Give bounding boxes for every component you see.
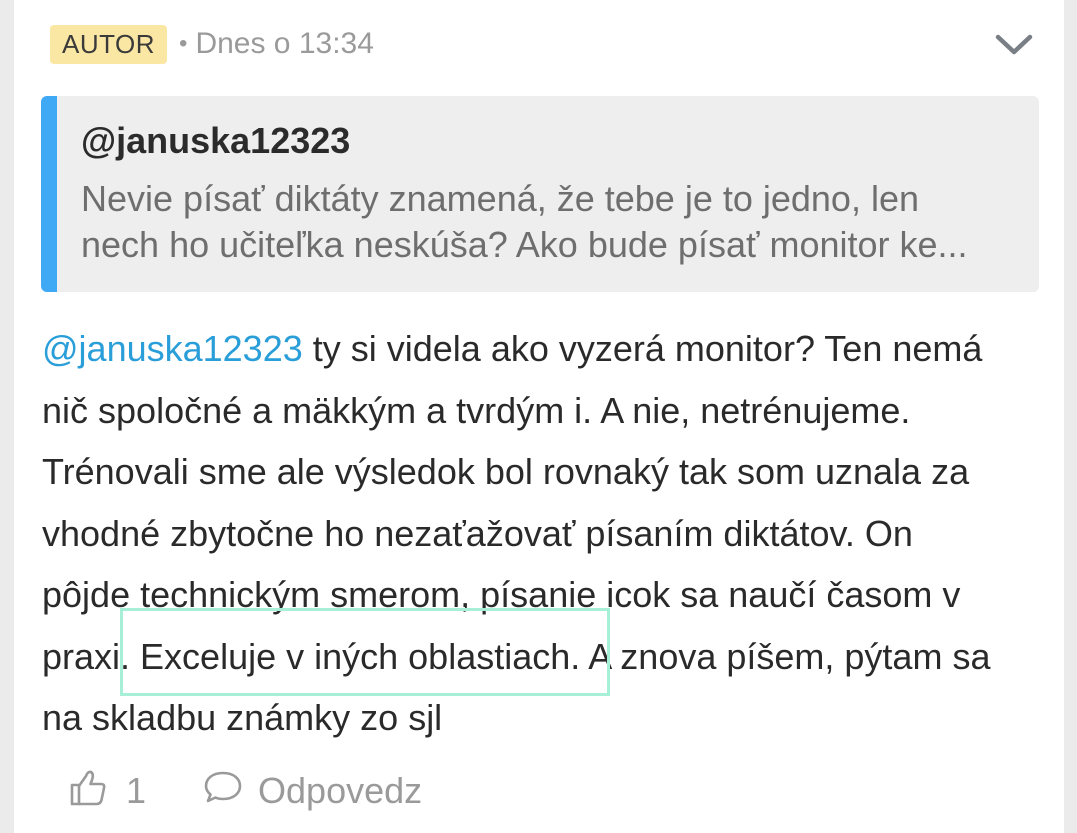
comment-card: AUTOR • Dnes o 13:34 @januska12323 Nevie… bbox=[14, 0, 1064, 833]
reply-button[interactable]: Odpovedz bbox=[202, 767, 422, 816]
comment-line: vhodné zbytočne ho nezaťažovať písaním d… bbox=[42, 512, 913, 554]
comment-line: nič spoločné a mäkkým a tvrdým i. A nie,… bbox=[42, 389, 911, 431]
comment-line: @januska12323 ty si videla ako vyzerá mo… bbox=[42, 318, 1042, 380]
comment-text: prax bbox=[42, 635, 113, 677]
quoted-comment[interactable]: @januska12323 Nevie písať diktáty znamen… bbox=[41, 96, 1039, 292]
chevron-down-icon[interactable] bbox=[994, 28, 1034, 60]
comment-line: praxi. Exceluje v iných oblastiach. A zn… bbox=[42, 626, 1042, 688]
speech-bubble-icon bbox=[202, 767, 244, 816]
highlighted-text: i. Exceluje v iných oblastiach. bbox=[112, 635, 581, 677]
comment-actions: 1 Odpovedz bbox=[68, 764, 422, 818]
comment-line: Trénovali sme ale výsledok bol rovnaký t… bbox=[42, 451, 970, 492]
quote-accent-bar bbox=[41, 96, 57, 292]
comment-body: @januska12323 ty si videla ako vyzerá mo… bbox=[42, 318, 1042, 749]
comment-text: A znova píšem, pýtam sa bbox=[580, 635, 991, 677]
comment-timestamp: Dnes o 13:34 bbox=[195, 27, 374, 60]
quote-line: Nevie písať diktáty znamená, že tebe je … bbox=[81, 178, 920, 219]
reply-label: Odpovedz bbox=[258, 770, 423, 811]
thumbs-up-icon bbox=[68, 767, 108, 816]
like-button[interactable]: 1 bbox=[68, 767, 146, 816]
comment-line: pôjde technickým smerom, písanie icok sa… bbox=[42, 574, 961, 615]
author-badge: AUTOR bbox=[50, 24, 168, 64]
like-count: 1 bbox=[126, 770, 147, 811]
quote-text: Nevie písať diktáty znamená, že tebe je … bbox=[81, 176, 1011, 268]
quote-line: nech ho učiteľka neskúša? Ako bude písať… bbox=[81, 224, 968, 265]
comment-line: na skladbu známky zo sjl bbox=[42, 697, 443, 738]
meta-separator: • bbox=[179, 30, 188, 57]
comment-text: ty si videla ako vyzerá monitor? Ten nem… bbox=[302, 328, 983, 369]
quote-author: @januska12323 bbox=[81, 120, 351, 161]
comment-meta: AUTOR • Dnes o 13:34 bbox=[50, 24, 374, 64]
user-mention-link[interactable]: @januska12323 bbox=[42, 328, 303, 369]
